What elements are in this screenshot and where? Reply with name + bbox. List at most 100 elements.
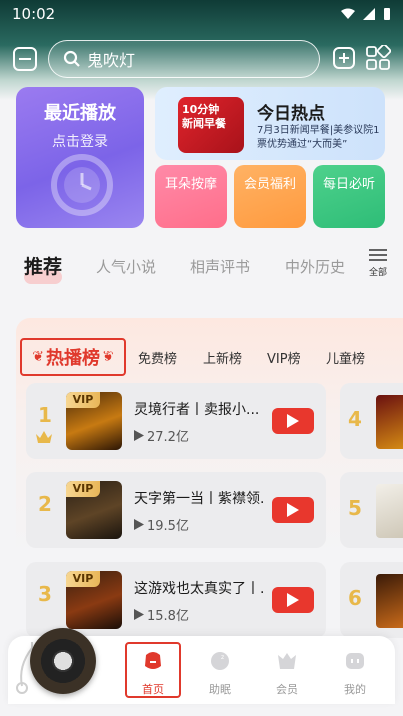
rank-number: 1	[38, 403, 52, 427]
laurel-right-icon: ❦	[102, 349, 114, 365]
tab-crosstalk[interactable]: 相声评书	[190, 256, 250, 277]
ranking-tabs: ❦ 热播榜 ❦ 免费榜 上新榜 VIP榜 儿童榜	[16, 338, 403, 378]
play-count-icon	[134, 519, 144, 530]
side-rank-card[interactable]: 6	[340, 562, 403, 638]
member-benefits-card[interactable]: 会员福利	[234, 165, 306, 228]
play-count-value: 15.8亿	[147, 609, 189, 624]
tab-new-ranking[interactable]: 上新榜	[203, 348, 242, 367]
rank-row[interactable]: 2 VIP 天字第一当丨紫襟领... 19.5亿	[26, 472, 326, 548]
book-cover	[376, 484, 403, 538]
book-cover	[376, 574, 403, 628]
recent-play-card[interactable]: 最近播放 点击登录	[16, 87, 144, 228]
crown-icon	[36, 431, 52, 443]
play-icon	[287, 593, 299, 607]
nav-mine-label: 我的	[344, 683, 366, 696]
status-time: 10:02	[12, 5, 56, 23]
status-bar: 10:02	[0, 0, 403, 28]
book-title: 这游戏也太真实了丨...	[134, 581, 264, 597]
nav-home[interactable]: 首页	[129, 650, 177, 697]
play-button[interactable]	[272, 587, 314, 613]
play-button[interactable]	[272, 408, 314, 434]
book-cover: VIP	[66, 481, 122, 539]
status-icons	[341, 7, 391, 21]
ear-massage-card[interactable]: 耳朵按摩	[155, 165, 227, 228]
side-rank-card[interactable]: 5	[340, 472, 403, 548]
rank-row[interactable]: 1 VIP 灵境行者丨卖报小... 27.2亿	[26, 383, 326, 459]
search-input[interactable]: 鬼吹灯	[48, 40, 320, 78]
tab-popular-novels[interactable]: 人气小说	[96, 256, 156, 277]
today-hot-card[interactable]: 10分钟 新闻早餐 今日热点 7月3日新闻早餐|美参议院1票优势通过“大而美”	[155, 87, 385, 160]
home-icon	[145, 652, 161, 669]
login-prompt[interactable]: 点击登录	[16, 131, 144, 151]
svg-text:z: z	[221, 654, 224, 661]
nav-home-label: 首页	[142, 683, 164, 696]
rank-number: 6	[348, 586, 362, 610]
scan-icon[interactable]	[12, 46, 38, 72]
nav-sleep-label: 助眠	[209, 683, 231, 696]
play-count-icon	[134, 430, 144, 441]
play-count: 27.2亿	[134, 426, 189, 445]
vip-badge: VIP	[66, 481, 100, 497]
profile-icon	[346, 653, 364, 669]
clock-icon	[51, 154, 113, 216]
daily-listen-card[interactable]: 每日必听	[313, 165, 385, 228]
add-icon[interactable]	[332, 46, 356, 70]
mini-card-label: 耳朵按摩	[165, 177, 218, 192]
book-cover: VIP	[66, 571, 122, 629]
play-count: 19.5亿	[134, 515, 189, 534]
tab-vip-ranking[interactable]: VIP榜	[267, 348, 301, 367]
news-breakfast-thumbnail: 10分钟 新闻早餐	[178, 97, 244, 153]
book-title: 灵境行者丨卖报小...	[134, 402, 260, 418]
top-row: 鬼吹灯	[0, 40, 403, 78]
tab-kids-ranking[interactable]: 儿童榜	[326, 348, 365, 367]
mini-card-label: 会员福利	[244, 177, 297, 192]
tab-free-ranking[interactable]: 免费榜	[138, 348, 177, 367]
member-crown-icon	[278, 653, 296, 669]
play-count: 15.8亿	[134, 605, 189, 624]
play-count-value: 19.5亿	[147, 519, 189, 534]
rank-number: 3	[38, 582, 52, 606]
thumb-label-name: 新闻早餐	[182, 117, 226, 131]
mini-card-label: 每日必听	[323, 177, 376, 192]
all-categories-button[interactable]: 全部	[366, 248, 390, 278]
book-cover: VIP	[66, 392, 122, 450]
play-count-icon	[134, 609, 144, 620]
apps-grid-icon[interactable]	[365, 45, 391, 71]
book-cover	[376, 395, 403, 449]
nav-member[interactable]: 会员	[263, 650, 311, 697]
tab-hot-ranking-label: 热播榜	[46, 348, 100, 369]
nav-mine[interactable]: 我的	[331, 650, 379, 697]
rank-row[interactable]: 3 VIP 这游戏也太真实了丨... 15.8亿	[26, 562, 326, 638]
menu-icon	[369, 249, 387, 261]
laurel-left-icon: ❦	[32, 349, 44, 365]
rank-number: 2	[38, 492, 52, 516]
book-title: 天字第一当丨紫襟领...	[134, 491, 264, 507]
play-count-value: 27.2亿	[147, 430, 189, 445]
nav-member-label: 会员	[276, 683, 298, 696]
vip-badge: VIP	[66, 571, 100, 587]
rank-number: 4	[348, 407, 362, 431]
now-playing-disc[interactable]	[30, 628, 96, 694]
search-query: 鬼吹灯	[87, 51, 136, 70]
tab-recommend[interactable]: 推荐	[24, 252, 63, 284]
hot-title: 今日热点	[257, 104, 325, 124]
side-rank-card[interactable]: 4	[340, 383, 403, 459]
wifi-icon	[341, 8, 355, 19]
play-icon	[287, 503, 299, 517]
play-button[interactable]	[272, 497, 314, 523]
vip-badge: VIP	[66, 392, 100, 408]
nav-sleep[interactable]: z 助眠	[196, 650, 244, 697]
signal-icon	[363, 8, 375, 20]
tab-hot-ranking[interactable]: ❦ 热播榜 ❦	[20, 338, 126, 376]
play-icon	[287, 414, 299, 428]
moon-icon: z	[211, 652, 229, 670]
thumb-label-duration: 10分钟	[182, 103, 220, 116]
recent-title: 最近播放	[44, 103, 116, 124]
tab-history[interactable]: 中外历史	[285, 256, 347, 277]
battery-icon	[384, 8, 390, 20]
category-tabs: 推荐 人气小说 相声评书 中外历史 全部	[0, 246, 403, 286]
hot-description: 7月3日新闻早餐|美参议院1票优势通过“大而美”	[257, 125, 380, 150]
rank-number: 5	[348, 496, 362, 520]
all-label: 全部	[368, 268, 387, 278]
search-icon	[63, 50, 80, 67]
